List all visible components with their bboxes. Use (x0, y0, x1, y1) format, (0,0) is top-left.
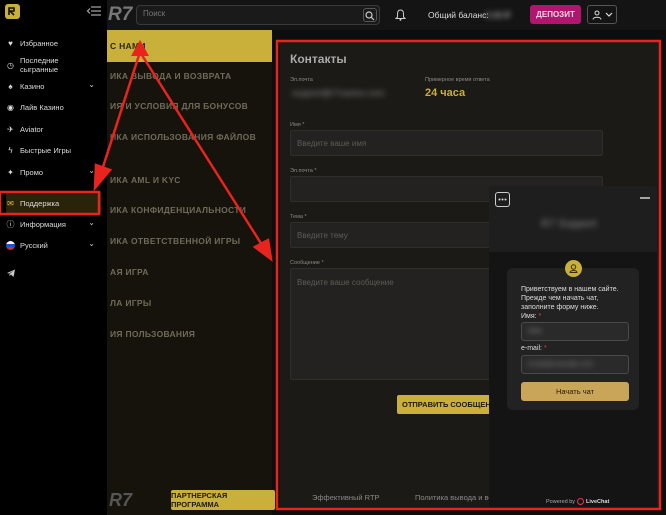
minimize-icon[interactable] (640, 196, 650, 200)
name-label: Имя * (290, 122, 305, 128)
bolt-icon: ϟ (8, 145, 13, 155)
livechat-widget: R7 Support Приветствуем в нашем сайте. П… (489, 186, 657, 508)
user-icon (592, 10, 602, 20)
chevron-down-icon: ⌄ (88, 166, 95, 175)
name-placeholder: Введите ваше имя (297, 139, 367, 148)
sidebar-item-label: Информация (20, 219, 66, 229)
sidebar-item-label: Русский (20, 240, 48, 250)
message-placeholder: Введите ваше сообщение (297, 278, 394, 287)
policy-item[interactable]: ИКА ОТВЕТСТВЕННОЙ ИГРЫ (107, 228, 272, 254)
profile-button[interactable] (587, 5, 617, 24)
search-input[interactable]: Поиск (136, 5, 380, 25)
sidebar-item-label: Быстрые Игры (20, 145, 72, 155)
powered-by: Powered by LiveChat (546, 498, 610, 505)
balance-value: 0.00 ₽ (486, 10, 511, 20)
policy-item[interactable]: ИКА AML И KYC (107, 167, 272, 193)
search-icon (365, 11, 375, 21)
gift-icon: ✦ (7, 167, 14, 177)
sidebar-item-casino[interactable]: ♠ Казино ⌄ (6, 75, 101, 97)
chat-name-value: Имя (528, 328, 542, 335)
livechat-logo-icon (577, 498, 585, 505)
email-label: Эл.почта (290, 77, 313, 83)
chat-name-label: Имя: * (521, 313, 542, 320)
chip-icon: ◉ (7, 102, 14, 112)
policy-item[interactable]: С НАМИ (107, 30, 272, 62)
sidebar-item-label: Лайв Казино (20, 102, 64, 112)
chat-email-value: email@example.com (528, 361, 594, 368)
user-icon (569, 264, 578, 273)
prechat-form: Приветствуем в нашем сайте. Прежде чем н… (507, 260, 639, 410)
bell-icon[interactable] (395, 9, 406, 21)
email-field-label: Эл.почта * (290, 168, 317, 174)
policy-item[interactable]: ИКА ВЫВОДА И ВОЗВРАТА (107, 63, 272, 89)
collapse-menu-icon[interactable] (86, 5, 102, 17)
sidebar-item-promo[interactable]: ✦ Промо ⌄ (6, 161, 101, 183)
chevron-down-icon: ⌄ (88, 218, 95, 227)
partner-program-button[interactable]: ПАРТНЕРСКАЯ ПРОГРАММА (171, 490, 275, 510)
policy-item[interactable]: ЛА ИГРЫ (107, 290, 272, 316)
sidebar-item-label: Избранное (20, 38, 59, 48)
more-icon (498, 198, 507, 201)
policy-item[interactable]: ИКА ИСПОЛЬЗОВАНИЯ ФАЙЛОВ (107, 124, 272, 150)
search-button[interactable] (363, 8, 377, 22)
policy-item[interactable]: ИЯ И УСЛОВИЯ ДЛЯ БОНУСОВ (107, 93, 272, 119)
subject-placeholder: Введите тему (297, 231, 348, 240)
chevron-down-icon: ⌄ (88, 239, 95, 248)
r7-logo-icon[interactable] (5, 4, 20, 19)
send-message-button[interactable]: ОТПРАВИТЬ СООБЩЕНИЕ (397, 395, 491, 414)
support-icon: ✉ (7, 198, 14, 208)
policy-menu: С НАМИ ИКА ВЫВОДА И ВОЗВРАТА ИЯ И УСЛОВИ… (107, 30, 275, 515)
sidebar-item-label: Поддержка (20, 198, 60, 208)
plane-icon: ✈ (7, 124, 14, 134)
footer-link[interactable]: Эффективный RTP (312, 493, 380, 502)
sidebar-item-label: Aviator (20, 124, 44, 134)
response-time-label: Примерное время ответа (425, 77, 490, 83)
chat-name-input[interactable]: Имя (521, 322, 629, 341)
chevron-down-icon: ⌄ (88, 80, 95, 89)
sidebar: ♥ Избранное ◷ Последние сыгранные ♠ Казино ⌄… (0, 0, 107, 515)
sidebar-item-label: Промо (20, 167, 44, 177)
subject-label: Тема * (290, 214, 307, 220)
chat-header: R7 Support (489, 186, 657, 252)
chevron-down-icon (605, 12, 613, 17)
chat-email-label: e-mail: * (521, 345, 547, 352)
email-value: support@r7casino.com (292, 88, 385, 98)
search-placeholder: Поиск (143, 9, 166, 18)
name-field[interactable]: Введите ваше имя (290, 130, 603, 156)
sidebar-item-recent[interactable]: ◷ Последние сыгранные (6, 53, 101, 77)
footer-logo: R7 (109, 490, 133, 510)
sidebar-item-aviator[interactable]: ✈ Aviator (6, 118, 101, 140)
avatar (565, 260, 582, 277)
response-time-value: 24 часа (425, 87, 466, 99)
sidebar-item-fast-games[interactable]: ϟ Быстрые Игры (6, 139, 101, 161)
start-chat-button[interactable]: Начать чат (521, 382, 629, 401)
chat-menu-button[interactable] (495, 192, 510, 207)
message-label: Сообщение * (290, 260, 324, 266)
chat-greeting: Приветствуем в нашем сайте. Прежде чем н… (521, 286, 619, 311)
sidebar-item-label: Казино (20, 81, 45, 91)
sidebar-item-live-casino[interactable]: ◉ Лайв Казино (6, 96, 101, 118)
deposit-button[interactable]: ДЕПОЗИТ (530, 5, 581, 24)
policy-item[interactable]: АЯ ИГРА (107, 259, 272, 285)
page-title: Контакты (290, 52, 347, 66)
sidebar-item-label: Последние сыгранные (20, 56, 59, 74)
flag-ru-icon (6, 240, 15, 250)
footer-link[interactable]: Политика вывода и воз (415, 493, 496, 502)
policy-item[interactable]: ИЯ ПОЛЬЗОВАНИЯ (107, 321, 272, 347)
chat-agent-name: R7 Support (541, 218, 597, 230)
balance-label: Общий баланс: (428, 10, 489, 20)
heart-icon: ♥ (8, 38, 13, 48)
sidebar-item-info[interactable]: ⓘ Информация ⌄ (6, 213, 101, 235)
sidebar-item-support[interactable]: ✉ Поддержка (6, 192, 101, 214)
chat-email-input[interactable]: email@example.com (521, 355, 629, 374)
clock-icon: ◷ (7, 60, 14, 70)
telegram-icon[interactable] (6, 268, 16, 278)
header-logo[interactable]: R7 (108, 4, 132, 26)
spade-icon: ♠ (8, 81, 13, 91)
policy-item[interactable]: ИКА КОНФИДЕНЦИАЛЬНОСТИ (107, 197, 272, 223)
sidebar-item-language[interactable]: Русский ⌄ (6, 234, 101, 256)
sidebar-item-favorites[interactable]: ♥ Избранное (6, 32, 101, 54)
info-icon: ⓘ (6, 219, 15, 229)
